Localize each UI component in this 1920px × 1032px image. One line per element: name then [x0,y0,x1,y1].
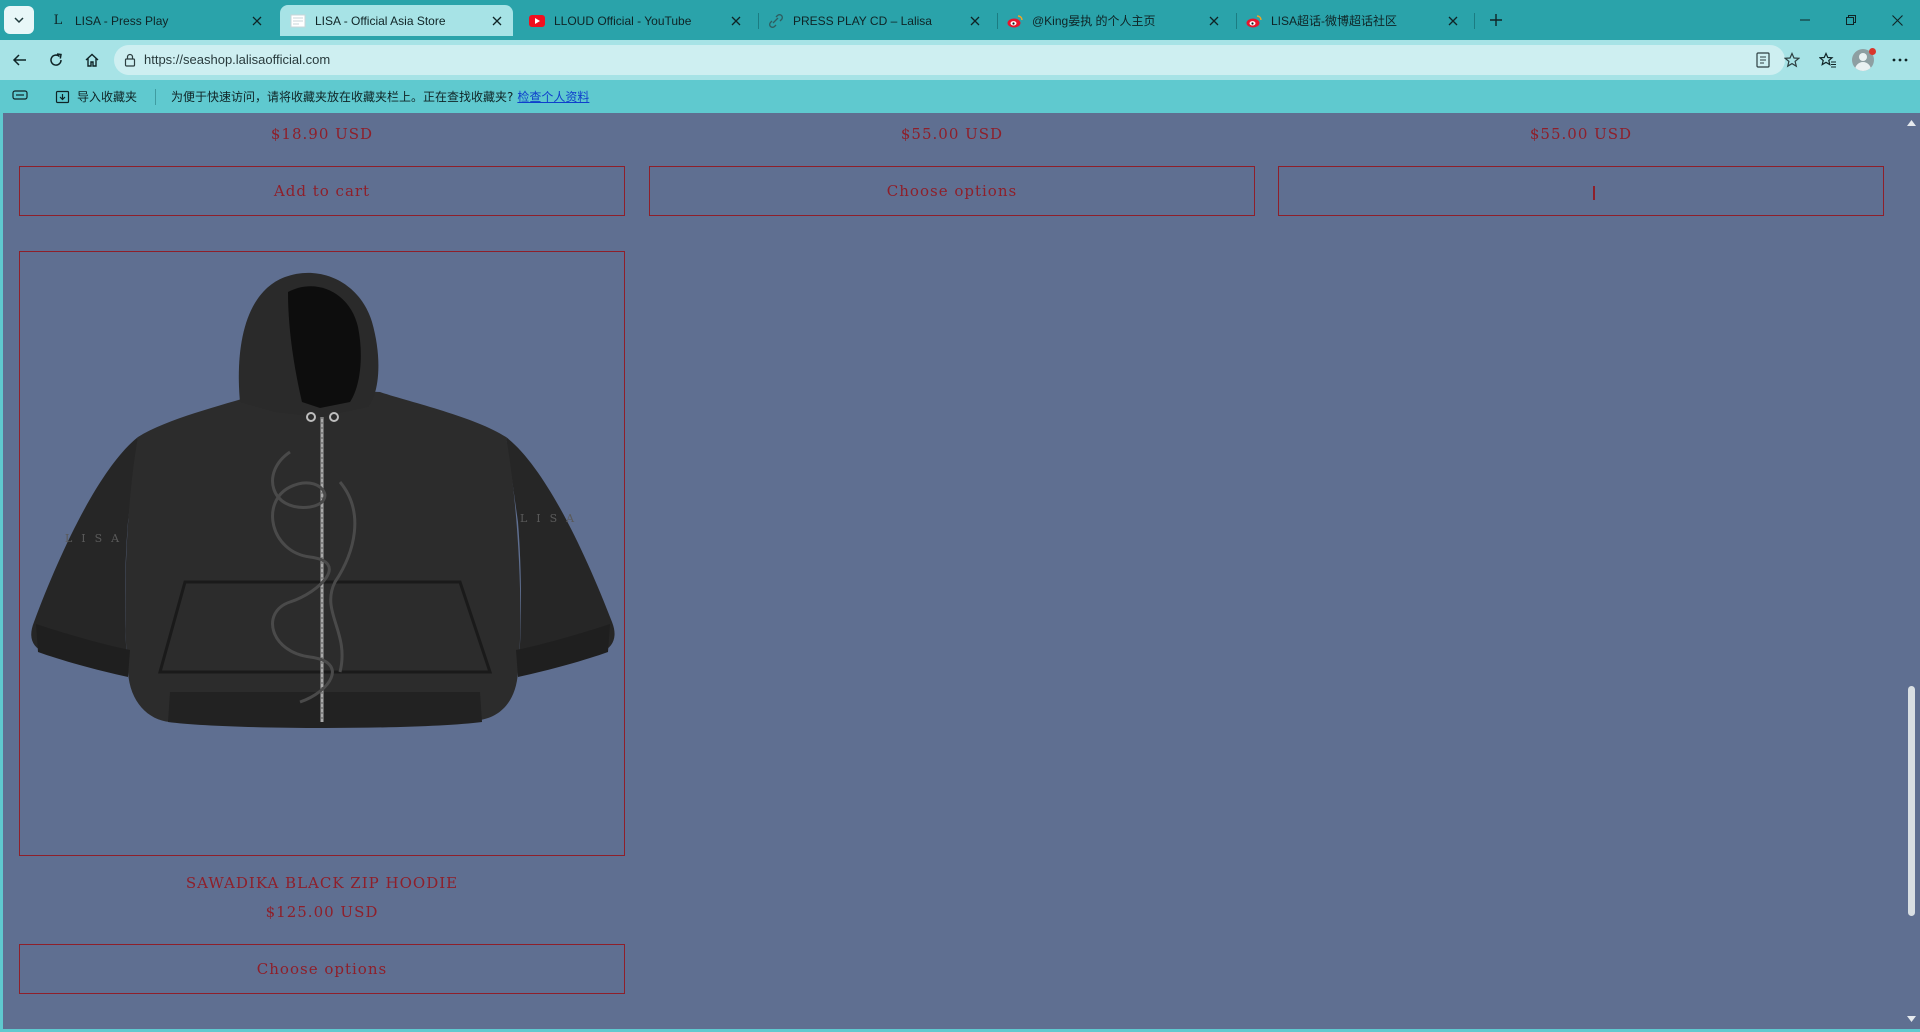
close-icon[interactable] [1206,13,1222,29]
restore-icon [1846,15,1856,25]
store-page-icon [290,13,306,29]
import-favorites-icon [55,90,70,103]
reader-mode-icon[interactable] [1754,51,1772,69]
favorites-star-icon [1819,52,1836,68]
tab-title: LISA - Press Play [75,13,169,28]
restore-button[interactable] [1828,0,1874,40]
tab-divider [997,13,998,29]
add-to-cart-button[interactable]: Add to cart [19,166,625,216]
favorites-bar-toggle[interactable] [12,88,28,102]
favorites-divider [155,89,156,105]
choose-options-button[interactable]: Choose options [19,944,625,994]
close-icon[interactable] [1445,13,1461,29]
star-icon[interactable] [1783,51,1801,69]
close-icon[interactable] [728,13,744,29]
favorites-hint-text: 为便于快速访问，请将收藏夹放在收藏夹栏上。正在查找收藏夹? [171,90,514,104]
link-icon [768,13,784,29]
home-button[interactable] [76,44,108,76]
minimize-icon [1800,19,1810,21]
more-dots-icon [1892,58,1908,62]
favorites-hint: 为便于快速访问，请将收藏夹放在收藏夹栏上。正在查找收藏夹? 检查个人资料 [171,88,589,105]
text-cursor-icon [1593,186,1595,200]
import-favorites-label: 导入收藏夹 [77,90,138,104]
weibo-icon [1246,13,1262,29]
tab-lisa-press-play[interactable]: L LISA - Press Play [40,5,273,36]
tab-lloud-youtube[interactable]: LLOUD Official - YouTube [519,5,752,36]
new-tab-button[interactable] [1482,6,1510,34]
product-price: $55.00 USD [1529,125,1633,143]
lock-icon[interactable] [122,52,138,68]
product-price: $55.00 USD [900,125,1004,143]
weibo-icon [1007,13,1023,29]
product-price: $18.90 USD [270,125,374,143]
tab-title: @King晏执 的个人主页 [1032,14,1156,28]
address-bar[interactable]: https://seashop.lalisaofficial.com [114,45,1800,75]
tab-title: LISA - Official Asia Store [315,13,446,28]
choose-options-button[interactable]: Choose options [649,166,1255,216]
notification-dot [1869,48,1876,55]
refresh-button[interactable] [40,44,72,76]
tab-weibo-supertopic[interactable]: LISA超话-微博超话社区 [1236,5,1469,36]
minimize-button[interactable] [1782,0,1828,40]
scroll-down-arrow-icon[interactable] [1906,1013,1917,1024]
chevron-down-icon [14,17,24,24]
black-zip-hoodie-image: LISA LISA [31,272,615,728]
settings-more-button[interactable] [1884,44,1916,76]
scrollbar-thumb[interactable] [1908,686,1915,916]
tab-manager-icon [12,90,28,100]
close-icon [1891,14,1903,26]
arrow-left-icon [12,54,26,66]
tab-divider [758,13,759,29]
product-price: $125.00 USD [265,903,379,921]
tab-weibo-profile[interactable]: @King晏执 的个人主页 [997,5,1230,36]
page-viewport: $18.90 USD $55.00 USD $55.00 USD Add to … [3,113,1903,1029]
tab-divider [1236,13,1237,29]
close-icon[interactable] [249,13,265,29]
close-icon[interactable] [967,13,983,29]
tab-actions-button[interactable] [4,6,34,34]
tab-strip: L LISA - Press Play LISA - Official Asia… [0,0,1920,40]
svg-text:LISA: LISA [65,532,128,545]
product-card[interactable]: LISA LISA [19,251,625,856]
close-window-button[interactable] [1874,0,1920,40]
home-icon [85,53,99,67]
favorites-bar: 导入收藏夹 为便于快速访问，请将收藏夹放在收藏夹栏上。正在查找收藏夹? 检查个人… [0,80,1920,113]
refresh-icon [50,53,62,66]
check-profile-link[interactable]: 检查个人资料 [517,88,589,105]
favorites-button[interactable] [1812,44,1844,76]
product-action-button[interactable] [1278,166,1884,216]
tab-lisa-official-asia-store[interactable]: LISA - Official Asia Store [280,5,513,36]
svg-text:LISA: LISA [520,512,583,525]
close-icon[interactable] [489,13,505,29]
import-favorites-button[interactable]: 导入收藏夹 [55,88,137,105]
letter-l-icon: L [53,13,63,28]
youtube-icon [529,13,545,29]
vertical-scrollbar[interactable] [1903,113,1920,1029]
plus-icon [1490,14,1502,26]
tab-title: LISA超话-微博超话社区 [1271,14,1398,28]
url-text[interactable]: https://seashop.lalisaofficial.com [144,52,330,67]
tab-title: PRESS PLAY CD – Lalisa [793,13,932,28]
product-title[interactable]: SAWADIKA BLACK ZIP HOODIE [19,874,625,892]
tab-title: LLOUD Official - YouTube [554,13,692,28]
tab-divider [1474,13,1475,29]
scroll-up-arrow-icon[interactable] [1906,117,1917,128]
address-toolbar: https://seashop.lalisaofficial.com [0,40,1920,80]
tab-press-play-cd[interactable]: PRESS PLAY CD – Lalisa [758,5,991,36]
back-button[interactable] [4,44,36,76]
